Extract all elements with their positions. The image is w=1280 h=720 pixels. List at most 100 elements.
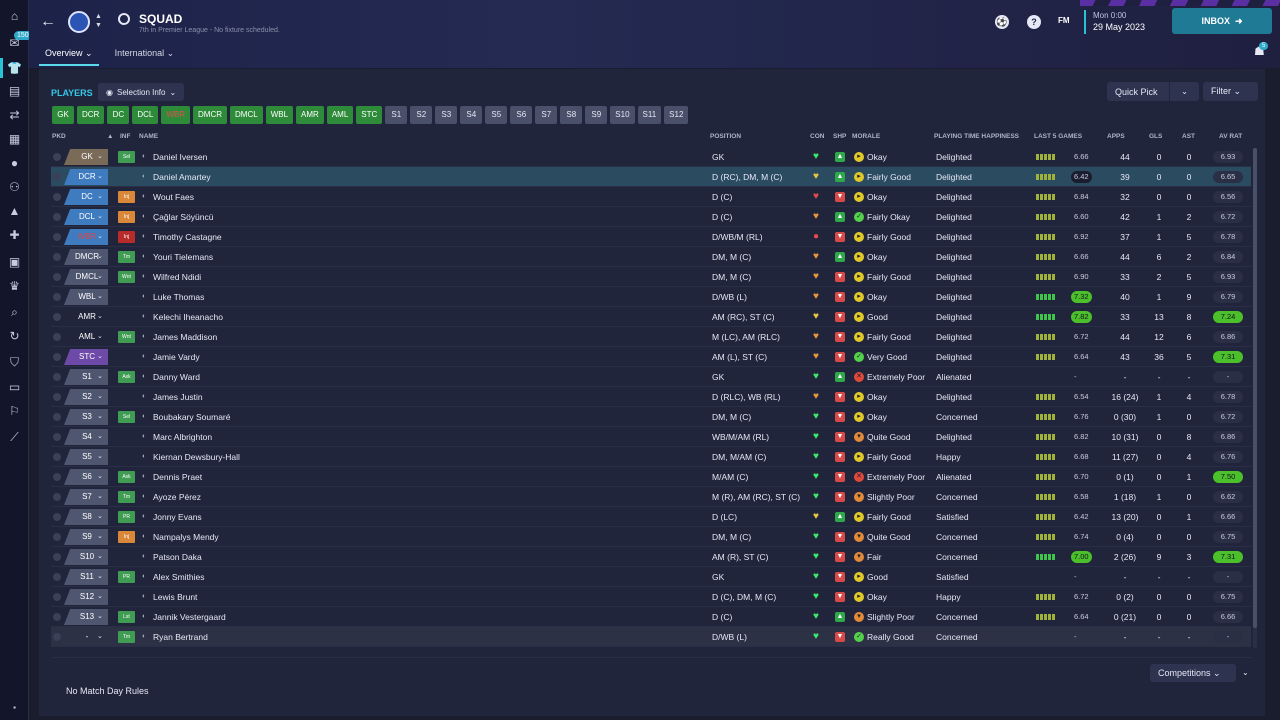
pick-checkbox[interactable] [53, 453, 61, 461]
player-name[interactable]: Alex Smithies [153, 567, 205, 587]
position-chip[interactable]: S9 [585, 106, 608, 124]
pick-checkbox[interactable] [53, 633, 61, 641]
help-icon[interactable]: ? [1027, 15, 1041, 29]
col-con[interactable]: CON [810, 133, 824, 140]
position-chip[interactable]: S5 [485, 106, 508, 124]
pick-checkbox[interactable] [53, 493, 61, 501]
inbox-button[interactable]: INBOX ➜ [1172, 8, 1272, 34]
player-name[interactable]: Dennis Praet [153, 467, 202, 487]
home-icon[interactable]: ⌂ [7, 9, 22, 24]
player-name[interactable]: Daniel Amartey [153, 167, 211, 187]
pick-checkbox[interactable] [53, 253, 61, 261]
table-row[interactable]: S8 ⌄ PR ◐ Jonny Evans D (LC) ♥ ▲ ▸ Fairly Good Sat… [51, 507, 1251, 527]
chevron-down-icon[interactable]: ⌄ [97, 187, 103, 207]
chevron-down-icon[interactable]: ⌄ [97, 427, 103, 447]
position-chip[interactable]: GK [52, 106, 74, 124]
position-chip[interactable]: S10 [610, 106, 635, 124]
position-chip[interactable]: DMCR [193, 106, 228, 124]
quick-pick-button[interactable]: Quick Pick ⌄ [1107, 82, 1199, 101]
chevron-down-icon[interactable]: ⌄ [97, 287, 103, 307]
position-chip[interactable]: AMR [296, 106, 324, 124]
table-row[interactable]: AML ⌄ Wnt ◐ James Maddison M (LC), AM (RLC) ♥ ▼… [51, 327, 1251, 347]
pick-checkbox[interactable] [53, 293, 61, 301]
table-row[interactable]: S3 ⌄ Sel ◐ Boubakary Soumaré DM, M (C) ♥ ▼ ▸ Okay… [51, 407, 1251, 427]
chevron-down-icon[interactable]: ⌄ [97, 527, 103, 547]
medical-icon[interactable]: ✚ [7, 228, 22, 243]
pick-checkbox[interactable] [53, 393, 61, 401]
trophy-icon[interactable]: ♛ [7, 279, 22, 294]
pick-checkbox[interactable] [53, 533, 61, 541]
chevron-down-icon[interactable]: ⌄ [97, 607, 103, 627]
table-row[interactable]: AMR ⌄ ◐ Kelechi Iheanacho AM (RC), ST (C) ♥ ▼ ▸… [51, 307, 1251, 327]
col-inf[interactable]: INF [120, 133, 130, 140]
col-name[interactable]: NAME [139, 133, 158, 140]
table-row[interactable]: DMCR ⌄ Tm ◐ Youri Tielemans DM, M (C) ♥ ▲ ▸ Okay D… [51, 247, 1251, 267]
table-row[interactable]: DMCL ⌄ Wnt ◐ Wilfred Ndidi DM, M (C) ♥ ▼ ▸ Fairly… [51, 267, 1251, 287]
table-row[interactable]: S1 ⌄ Ask ◐ Danny Ward GK ♥ ▲ ✕ Extremely Poor Alie… [51, 367, 1251, 387]
chevron-down-icon[interactable]: ⌄ [97, 387, 103, 407]
col-gls[interactable]: GLS [1149, 133, 1162, 140]
table-row[interactable]: S2 ⌄ ◐ James Justin D (RLC), WB (RL) ♥ ▼ ▸ Okay D… [51, 387, 1251, 407]
player-name[interactable]: Daniel Iversen [153, 147, 207, 167]
player-name[interactable]: Çağlar Söyüncü [153, 207, 213, 227]
player-name[interactable]: Patson Daka [153, 547, 202, 567]
chevron-down-icon[interactable]: ⌄ [97, 507, 103, 527]
chevron-down-icon[interactable]: ⌄ [97, 307, 103, 327]
chevron-down-icon[interactable]: ⌄ [97, 147, 103, 167]
player-name[interactable]: Danny Ward [153, 367, 200, 387]
transfers-cycle-icon[interactable]: ↻ [7, 329, 22, 344]
pick-checkbox[interactable] [53, 153, 61, 161]
table-row[interactable]: GK ⌄ Sel ◐ Daniel Iversen GK ♥ ▲ ▸ Okay Delighted 6… [51, 147, 1251, 167]
player-name[interactable]: James Justin [153, 387, 203, 407]
football-icon[interactable]: ⚽ [995, 15, 1009, 29]
squad-shirt-icon[interactable]: 👕 [7, 61, 22, 76]
fm-logo[interactable]: FM [1058, 16, 1070, 25]
pick-checkbox[interactable] [53, 513, 61, 521]
player-name[interactable]: Nampalys Mendy [153, 527, 219, 547]
chevron-down-icon[interactable]: ⌄ [97, 567, 103, 587]
transfer-icon[interactable]: ⇄ [7, 108, 22, 123]
position-chip[interactable]: WBL [265, 106, 294, 124]
chevron-down-icon[interactable]: ⌄ [97, 547, 103, 567]
pick-checkbox[interactable] [53, 553, 61, 561]
player-name[interactable]: Jonny Evans [153, 507, 202, 527]
position-chip[interactable]: S12 [664, 106, 689, 124]
pick-checkbox[interactable] [53, 593, 61, 601]
chevron-down-icon[interactable]: ⌄ [97, 467, 103, 487]
table-row[interactable]: S9 ⌄ Inj ◐ Nampalys Mendy DM, M (C) ♥ ▼ ▾ Quite G… [51, 527, 1251, 547]
col-position[interactable]: POSITION [710, 133, 741, 140]
table-row[interactable]: DCL ⌄ Inj ◐ Çağlar Söyüncü D (C) ♥ ▲ ✓ Fairly Oka… [51, 207, 1251, 227]
chevron-down-icon[interactable]: ⌄ [97, 347, 103, 367]
staff-icon[interactable]: ⚇ [7, 180, 22, 195]
player-name[interactable]: Jannik Vestergaard [153, 607, 226, 627]
chevron-down-icon[interactable]: ⌄ [97, 407, 103, 427]
competitions-dropdown[interactable]: Competitions ⌄ [1150, 664, 1236, 682]
table-row[interactable]: WBL ⌄ ◐ Luke Thomas D/WB (L) ♥ ▼ ▸ Okay Delighted… [51, 287, 1251, 307]
dev-centre-icon[interactable]: ⚐ [7, 404, 22, 419]
table-row[interactable]: - ⌄ Tm ◐ Ryan Bertrand D/WB (L) ♥ ▼ ✓ Really Good… [51, 627, 1251, 647]
table-row[interactable]: S12 ⌄ ◐ Lewis Brunt D (C), DM, M (C) ♥ ▼ ▸ Okay H… [51, 587, 1251, 607]
col-av-rat[interactable]: AV RAT [1219, 133, 1242, 140]
player-name[interactable]: Youri Tielemans [153, 247, 213, 267]
col-shp[interactable]: SHP [833, 133, 846, 140]
player-name[interactable]: Boubakary Soumaré [153, 407, 231, 427]
pick-checkbox[interactable] [53, 273, 61, 281]
training-icon[interactable]: ▲ [7, 204, 22, 219]
position-chip[interactable]: AML [326, 106, 354, 124]
table-row[interactable]: S11 ⌄ PR ◐ Alex Smithies GK ♥ ▼ ▸ Good Satisfied - -… [51, 567, 1251, 587]
position-chip[interactable]: DCR [77, 106, 105, 124]
position-chip[interactable]: DMCL [230, 106, 263, 124]
club-crest-icon[interactable] [68, 11, 90, 33]
filter-button[interactable]: Filter ⌄ [1203, 82, 1258, 101]
finances-briefcase-icon[interactable]: ▭ [7, 380, 22, 395]
position-chip[interactable]: DC [107, 106, 130, 124]
table-scrollbar[interactable] [1253, 148, 1257, 648]
table-row[interactable]: S4 ⌄ ◐ Marc Albrighton WB/M/AM (RL) ♥ ▼ ▾ Quite … [51, 427, 1251, 447]
player-name[interactable]: James Maddison [153, 327, 217, 347]
scouting-search-icon[interactable]: ⌕ [7, 305, 22, 320]
player-name[interactable]: Kelechi Iheanacho [153, 307, 223, 327]
chevron-down-icon[interactable]: ⌄ [97, 487, 103, 507]
chevron-down-icon[interactable]: ⌄ [97, 327, 103, 347]
col-last5[interactable]: LAST 5 GAMES [1034, 133, 1082, 140]
col-ast[interactable]: AST [1182, 133, 1195, 140]
